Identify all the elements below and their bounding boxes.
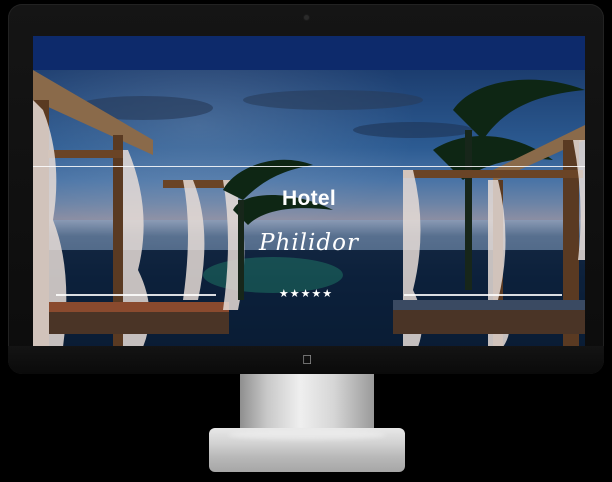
- camera-icon: [304, 15, 309, 20]
- top-nav-bar: [33, 36, 585, 70]
- hero-banner: Hotel Philidor: [33, 70, 585, 347]
- rating-divider-right: [404, 294, 562, 296]
- daybed: [49, 310, 229, 334]
- cabana-beam: [403, 170, 583, 178]
- monitor-stand-neck: [240, 374, 374, 434]
- device-mockup: Hotel Philidor ★★★★★ : [0, 0, 612, 482]
- daybed-cushion: [49, 302, 229, 312]
- cloud: [243, 90, 423, 110]
- daybed-cushion: [393, 300, 585, 310]
- cloud: [353, 122, 473, 138]
- star-icon: ★★★★★: [278, 288, 334, 300]
- stand-highlight: [228, 430, 386, 440]
- hotel-title: Hotel: [282, 187, 336, 210]
- cabana-beam: [48, 150, 123, 158]
- hero-top-divider: [33, 166, 585, 167]
- palm-frond: [453, 79, 585, 140]
- hotel-name: Philidor: [259, 230, 359, 256]
- apple-logo-icon: : [301, 353, 313, 367]
- daybed: [393, 308, 585, 334]
